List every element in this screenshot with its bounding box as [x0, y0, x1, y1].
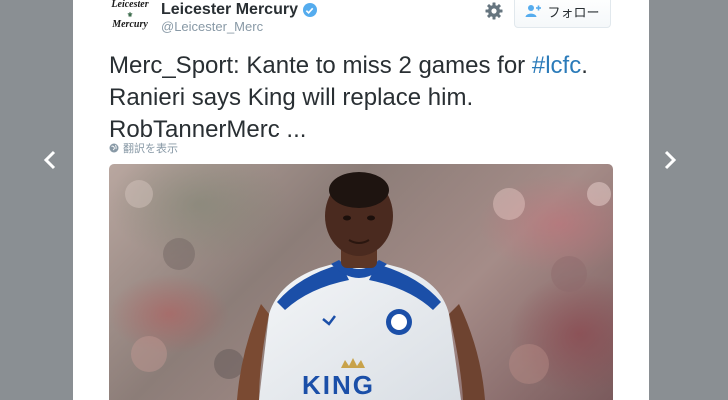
- tweet-card: Leicester ⚜ Mercury Leicester Mercury @L…: [73, 0, 649, 400]
- author-handle[interactable]: @Leicester_Merc: [161, 19, 263, 34]
- avatar[interactable]: Leicester ⚜ Mercury: [110, 0, 150, 34]
- follow-button[interactable]: フォロー: [514, 0, 611, 28]
- author-name-row: Leicester Mercury: [161, 0, 317, 20]
- previous-button[interactable]: [38, 146, 62, 174]
- avatar-wordmark-top: Leicester: [111, 0, 149, 10]
- shirt-sponsor-text: KING: [302, 370, 375, 400]
- translate-label: 翻訳を表示: [123, 143, 178, 155]
- hashtag-link[interactable]: #lcfc: [532, 52, 581, 79]
- follow-button-label: フォロー: [547, 4, 600, 20]
- tweet-text: Merc_Sport: Kante to miss 2 games for #l…: [109, 50, 619, 146]
- display-name[interactable]: Leicester Mercury: [161, 1, 298, 19]
- follow-user-icon: [525, 5, 542, 17]
- gear-icon[interactable]: [484, 1, 504, 21]
- translate-link[interactable]: 翻訳を表示: [109, 141, 178, 155]
- tweet-text-body: Merc_Sport: Kante to miss 2 games for: [109, 52, 532, 79]
- player-photo: [125, 172, 611, 400]
- chevron-right-icon: [664, 150, 677, 170]
- tweet-photo[interactable]: KING: [109, 164, 613, 400]
- verified-badge-icon: [302, 3, 317, 17]
- chevron-left-icon: [43, 150, 56, 170]
- globe-icon: [109, 143, 119, 153]
- avatar-wordmark-bottom: Mercury: [112, 19, 148, 30]
- next-button[interactable]: [658, 146, 682, 174]
